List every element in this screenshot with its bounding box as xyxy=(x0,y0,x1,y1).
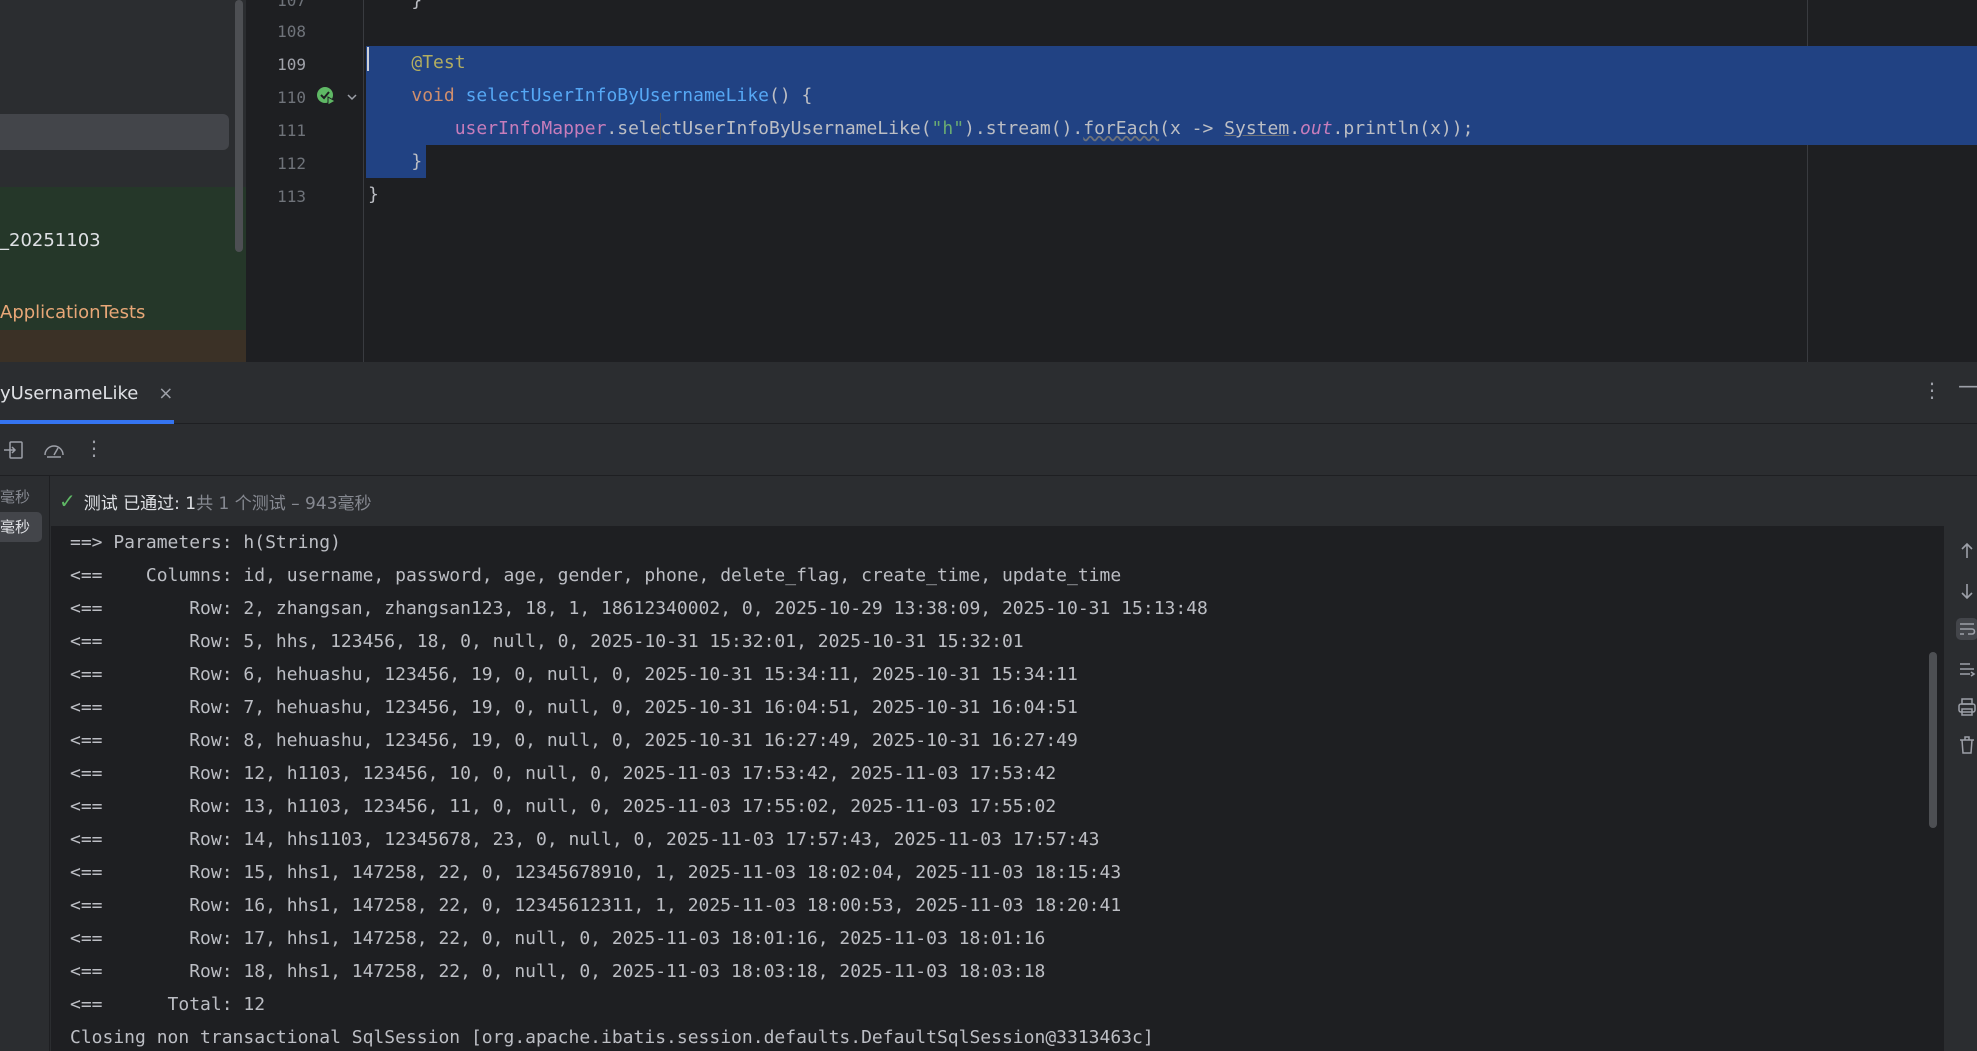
project-panel: _20251103 ApplicationTests xyxy=(0,0,246,362)
print-icon[interactable] xyxy=(1956,696,1977,718)
minimize-icon[interactable]: — xyxy=(1958,374,1977,399)
line-number: 107 xyxy=(277,0,306,10)
line-number: 108 xyxy=(277,22,306,41)
console-line: <== Row: 13, h1103, 123456, 11, 0, null,… xyxy=(70,796,1057,817)
line-number: 112 xyxy=(277,154,306,173)
code-line-110: void selectUserInfoByUsernameLike() { xyxy=(411,85,813,106)
console-line: <== Row: 7, hehuashu, 123456, 19, 0, nul… xyxy=(70,697,1078,718)
fold-chevron-icon[interactable] xyxy=(346,91,358,103)
code-line-113: } xyxy=(368,184,379,205)
project-tree-item-test-class[interactable]: ApplicationTests xyxy=(0,302,145,323)
line-number: 110 xyxy=(277,88,306,107)
console-line: <== Row: 5, hhs, 123456, 18, 0, null, 0,… xyxy=(70,631,1024,652)
tests-summary: 共 1 个测试 – 943毫秒 xyxy=(196,493,372,514)
code-line-107: } xyxy=(368,0,423,11)
console-output[interactable]: ==> Parameters: h(String) <== Columns: i… xyxy=(51,526,1944,1051)
run-toolbar: ⋮ xyxy=(0,424,1977,476)
line-number: 113 xyxy=(277,187,306,206)
project-tree-selected-row[interactable] xyxy=(0,114,229,150)
line-number: 111 xyxy=(277,121,306,140)
scroll-to-end-icon[interactable] xyxy=(1956,658,1977,680)
console-line: <== Row: 15, hhs1, 147258, 22, 0, 123456… xyxy=(70,862,1122,883)
run-tool-window: yUsernameLike × ⋮ — ⋮ 毫秒 毫秒 ✓ 测试 已通过: 1 … xyxy=(0,362,1977,1051)
console-line: ==> Parameters: h(String) xyxy=(70,532,341,553)
speedometer-icon[interactable] xyxy=(42,438,66,462)
console-line: <== Row: 18, hhs1, 147258, 22, 0, null, … xyxy=(70,961,1046,982)
code-editor[interactable]: 107 108 109 110 111 112 113 } @Test void… xyxy=(248,0,1977,362)
run-tab-bar: yUsernameLike × ⋮ — xyxy=(0,362,1977,424)
console-line: Closing non transactional SqlSession [or… xyxy=(70,1027,1154,1048)
console-line: <== Row: 8, hehuashu, 123456, 19, 0, nul… xyxy=(70,730,1078,751)
soft-wrap-icon[interactable] xyxy=(1956,618,1977,640)
line-number: 109 xyxy=(277,55,306,74)
trash-icon[interactable] xyxy=(1956,734,1977,756)
editor-gutter: 107 108 109 110 111 112 113 xyxy=(248,0,364,362)
project-tree-item-date-package[interactable]: _20251103 xyxy=(0,230,101,251)
test-results-tree: 毫秒 毫秒 xyxy=(0,476,50,1051)
toolbar-more-icon[interactable]: ⋮ xyxy=(84,436,108,460)
console-line: <== Total: 12 xyxy=(70,994,266,1015)
tests-passed-label: 测试 已通过: 1 xyxy=(83,493,197,514)
more-options-icon[interactable]: ⋮ xyxy=(1922,378,1942,402)
console-line: <== Row: 12, h1103, 123456, 10, 0, null,… xyxy=(70,763,1057,784)
code-line-111: userInfoMapper.selectUserInfoByUsernameL… xyxy=(454,118,1474,139)
checkmark-icon: ✓ xyxy=(59,489,76,513)
export-test-results-icon[interactable] xyxy=(2,438,26,462)
console-side-toolbar xyxy=(1944,526,1977,1051)
run-test-icon[interactable] xyxy=(316,86,336,106)
run-tab[interactable]: yUsernameLike × xyxy=(0,376,173,410)
selection-highlight xyxy=(366,46,1977,79)
console-scrollbar[interactable] xyxy=(1929,652,1937,828)
console-line: <== Row: 6, hehuashu, 123456, 19, 0, nul… xyxy=(70,664,1078,685)
console-line: <== Columns: id, username, password, age… xyxy=(70,565,1122,586)
code-line-112: } xyxy=(411,151,423,172)
arrow-down-icon[interactable] xyxy=(1956,580,1977,602)
project-panel-scrollbar[interactable] xyxy=(235,0,243,252)
console-line: <== Row: 2, zhangsan, zhangsan123, 18, 1… xyxy=(70,598,1208,619)
test-status-bar: ✓ 测试 已通过: 1 共 1 个测试 – 943毫秒 xyxy=(51,476,1977,526)
console-line: <== Row: 14, hhs1103, 12345678, 23, 0, n… xyxy=(70,829,1100,850)
test-tree-duration[interactable]: 毫秒 xyxy=(0,486,30,507)
console-line: <== Row: 16, hhs1, 147258, 22, 0, 123456… xyxy=(70,895,1122,916)
project-tree-highlight-row[interactable] xyxy=(0,330,246,362)
test-tree-duration-selected[interactable]: 毫秒 xyxy=(0,512,42,542)
code-line-109: @Test xyxy=(411,52,466,73)
gutter-divider xyxy=(363,0,364,362)
console-line: <== Row: 17, hhs1, 147258, 22, 0, null, … xyxy=(70,928,1046,949)
arrow-up-icon[interactable] xyxy=(1956,540,1977,562)
run-tab-label: yUsernameLike xyxy=(0,382,139,404)
close-icon[interactable]: × xyxy=(158,383,173,404)
